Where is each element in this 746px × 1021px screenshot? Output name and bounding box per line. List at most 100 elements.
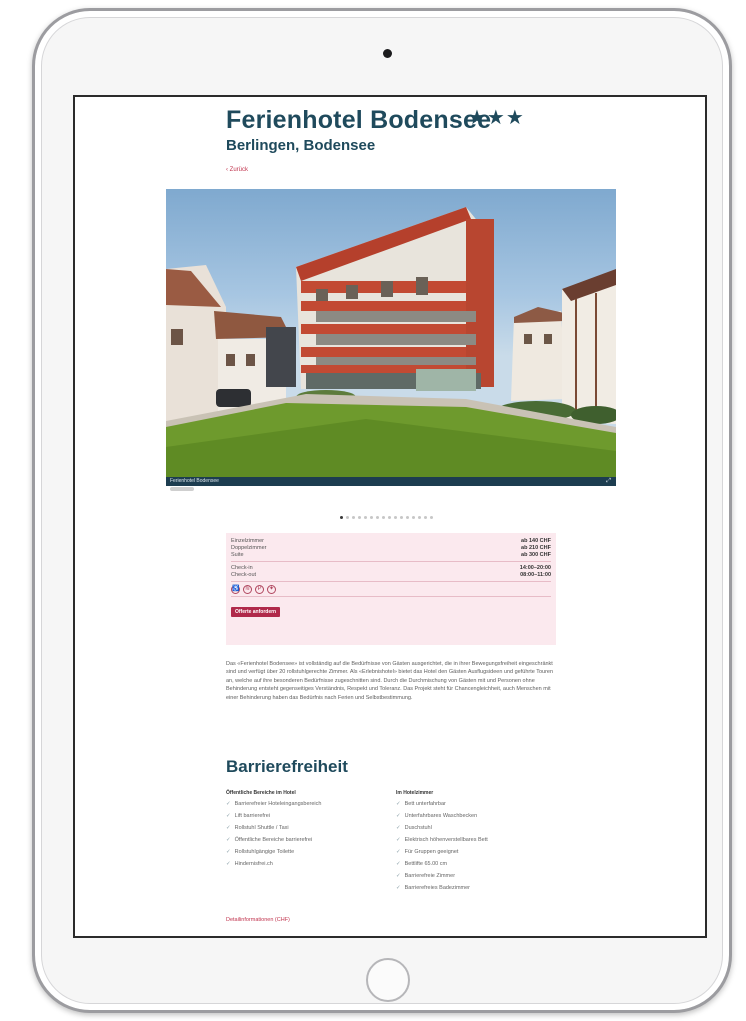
check-icon: ✓: [396, 801, 401, 807]
check-icon: ✓: [396, 813, 401, 819]
feature-item: ✓ Rollstuhl Shuttle / Taxi: [226, 825, 396, 831]
accessibility-title: Barrierefreiheit: [226, 757, 348, 776]
public-areas-list: ✓ Barrierefreier Hoteleingangsbereich ✓ Lif…: [226, 801, 396, 867]
check-icon: ✓: [226, 801, 231, 807]
check-icon: ✓: [226, 837, 231, 843]
slider-dot[interactable]: [406, 516, 409, 519]
slider-dot[interactable]: [412, 516, 415, 519]
slider-dot[interactable]: [430, 516, 433, 519]
slider-dot[interactable]: [382, 516, 385, 519]
amenity-icons: ♿ ≋ P ✦: [231, 585, 551, 594]
rate-value: ab 140 CHF: [521, 538, 551, 544]
feature-label: Bett unterfahrbar: [404, 801, 446, 807]
feature-label: Für Gruppen geeignet: [404, 849, 459, 855]
details-link[interactable]: Detailinformationen (CHF): [226, 917, 290, 923]
time-row: Check-out 08:00–11:00: [231, 572, 551, 579]
feature-label: Elektrisch höhenverstellbares Bett: [404, 837, 488, 843]
check-icon: ✓: [396, 873, 401, 879]
photo-caption: Ferienhotel Bodensee: [170, 478, 219, 484]
home-button[interactable]: [366, 958, 410, 1002]
feature-label: Barrierefreie Zimmer: [404, 873, 456, 879]
parking-icon: P: [255, 585, 264, 594]
feature-item: ✓ Öffentliche Bereiche barrierefrei: [226, 837, 396, 843]
feature-item: ✓ Bettlifte 65.00 cm: [396, 861, 566, 867]
time-value: 08:00–11:00: [520, 572, 551, 578]
feature-label: Öffentliche Bereiche barrierefrei: [234, 837, 313, 843]
slider-dot[interactable]: [418, 516, 421, 519]
rate-row: Einzelzimmer ab 140 CHF: [231, 538, 551, 545]
feature-label: Rollstuhlgängige Toilette: [234, 849, 295, 855]
feature-label: Hindernisfrei.ch: [234, 861, 273, 867]
slider-dot[interactable]: [400, 516, 403, 519]
rate-row: Doppelzimmer ab 210 CHF: [231, 545, 551, 552]
check-icon: ✓: [226, 849, 231, 855]
checkin-times: Check-in 14:00–20:00 Check-out 08:00–11:00: [231, 565, 551, 579]
public-areas-column: Öffentliche Bereiche im Hotel ✓ Barrieref…: [226, 790, 396, 873]
rates-box: Einzelzimmer ab 140 CHF Doppelzimmer ab 210…: [226, 533, 556, 645]
hotel-building-image: [166, 207, 616, 486]
feature-label: Unterfahrbares Waschbecken: [404, 813, 478, 819]
feature-item: ✓ Rollstuhlgängige Toilette: [226, 849, 396, 855]
restaurant-icon: ✦: [267, 585, 276, 594]
hotel-description: Das «Ferienhotel Bodensee» ist vollständ…: [226, 661, 554, 701]
public-areas-heading: Öffentliche Bereiche im Hotel: [226, 790, 296, 796]
slider-dot[interactable]: [424, 516, 427, 519]
wheelchair-icon: ♿: [231, 585, 240, 594]
star-rating: ★★★: [468, 107, 525, 129]
slider-pagination[interactable]: [340, 516, 433, 519]
back-link[interactable]: ‹ Zurück: [226, 167, 248, 173]
time-row: Check-in 14:00–20:00: [231, 565, 551, 572]
rate-label: Einzelzimmer: [231, 538, 265, 544]
photo-caption-bar: [166, 477, 616, 486]
time-value: 14:00–20:00: [519, 565, 551, 571]
screen: Ferienhotel Bodensee ★★★ Berlingen, Bode…: [73, 95, 707, 938]
feature-item: ✓ Lift barrierefrei: [226, 813, 396, 819]
feature-label: Lift barrierefrei: [234, 813, 271, 819]
check-icon: ✓: [226, 813, 231, 819]
request-offer-button[interactable]: Offerte anfordern: [231, 607, 281, 617]
divider: [231, 561, 551, 562]
feature-label: Bettlifte 65.00 cm: [404, 861, 448, 867]
feature-label: Rollstuhl Shuttle / Taxi: [234, 825, 289, 831]
feature-item: ✓ Bett unterfahrbar: [396, 801, 566, 807]
check-icon: ✓: [396, 849, 401, 855]
feature-item: ✓ Barrierefreie Zimmer: [396, 873, 566, 879]
feature-item: ✓ Barrierefreies Badezimmer: [396, 885, 566, 891]
check-icon: ✓: [396, 837, 401, 843]
feature-item: ✓ Elektrisch höhenverstellbares Bett: [396, 837, 566, 843]
slider-dot[interactable]: [394, 516, 397, 519]
photo-scrollbar[interactable]: [166, 486, 616, 492]
feature-label: Duschstuhl: [404, 825, 432, 831]
rate-label: Doppelzimmer: [231, 545, 267, 551]
feature-item: ✓ Unterfahrbares Waschbecken: [396, 813, 566, 819]
expand-icon[interactable]: ⤢: [606, 477, 611, 486]
rate-label: Suite: [231, 552, 244, 558]
slider-dot[interactable]: [352, 516, 355, 519]
feature-item: ✓ Barrierefreier Hoteleingangsbereich: [226, 801, 396, 807]
check-icon: ✓: [396, 885, 401, 891]
rate-value: ab 300 CHF: [521, 552, 551, 558]
slider-dot[interactable]: [388, 516, 391, 519]
hotel-photo[interactable]: Ferienhotel Bodensee ⤢: [166, 189, 616, 492]
divider: [231, 596, 551, 597]
hotel-name: Ferienhotel Bodensee: [226, 106, 492, 134]
hotel-location: Berlingen, Bodensee: [226, 137, 376, 154]
slider-dot[interactable]: [370, 516, 373, 519]
camera-icon: [383, 49, 392, 58]
slider-dot[interactable]: [358, 516, 361, 519]
feature-label: Barrierefreies Badezimmer: [404, 885, 471, 891]
scrollbar-thumb[interactable]: [170, 487, 194, 491]
check-icon: ✓: [396, 861, 401, 867]
slider-dot[interactable]: [346, 516, 349, 519]
slider-dot[interactable]: [364, 516, 367, 519]
check-icon: ✓: [396, 825, 401, 831]
rooms-column: Im Hotelzimmer ✓ Bett unterfahrbar ✓ Unterf…: [396, 790, 566, 897]
slider-dot[interactable]: [376, 516, 379, 519]
time-label: Check-out: [231, 572, 257, 578]
rate-value: ab 210 CHF: [521, 545, 551, 551]
rooms-list: ✓ Bett unterfahrbar ✓ Unterfahrbares Waschb…: [396, 801, 566, 891]
feature-item: ✓ Für Gruppen geeignet: [396, 849, 566, 855]
rooms-heading: Im Hotelzimmer: [396, 790, 434, 796]
divider: [231, 581, 551, 582]
slider-dot[interactable]: [340, 516, 343, 519]
